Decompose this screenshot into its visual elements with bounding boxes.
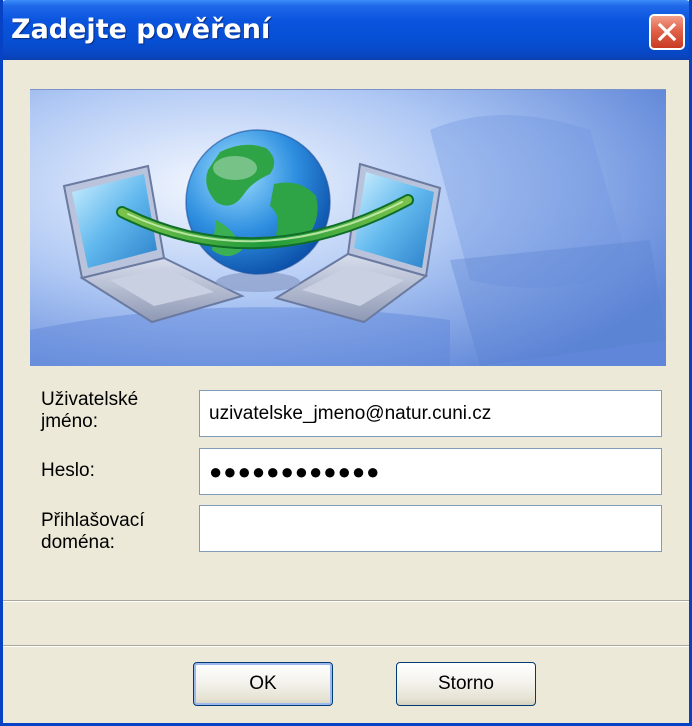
- dialog-title: Zadejte pověření: [11, 14, 271, 45]
- username-label-line1: Uživatelské: [41, 389, 139, 410]
- network-globe-illustration: [30, 90, 666, 366]
- username-label-line2: jméno:: [41, 411, 99, 432]
- close-button[interactable]: [649, 14, 685, 50]
- password-label: Heslo:: [41, 460, 95, 481]
- password-mask: ●●●●●●●●●●●●: [209, 459, 381, 484]
- domain-label: Přihlašovací doména:: [41, 510, 191, 554]
- username-input[interactable]: [199, 390, 662, 437]
- ok-button[interactable]: OK: [193, 662, 333, 706]
- network-banner-image: [30, 89, 666, 366]
- username-label: Uživatelské jméno:: [41, 389, 191, 433]
- password-input[interactable]: ●●●●●●●●●●●●: [199, 448, 662, 495]
- separator-bottom: [3, 645, 689, 647]
- domain-input[interactable]: [199, 505, 662, 552]
- credentials-dialog: Zadejte pověření Uživatelské jméno: uziv…: [0, 0, 692, 726]
- close-icon: [657, 22, 677, 42]
- domain-label-line1: Přihlašovací: [41, 510, 145, 531]
- title-bar[interactable]: Zadejte pověření: [3, 0, 689, 60]
- cancel-button[interactable]: Storno: [396, 662, 536, 706]
- separator-top: [3, 600, 689, 602]
- domain-label-line2: doména:: [41, 532, 115, 553]
